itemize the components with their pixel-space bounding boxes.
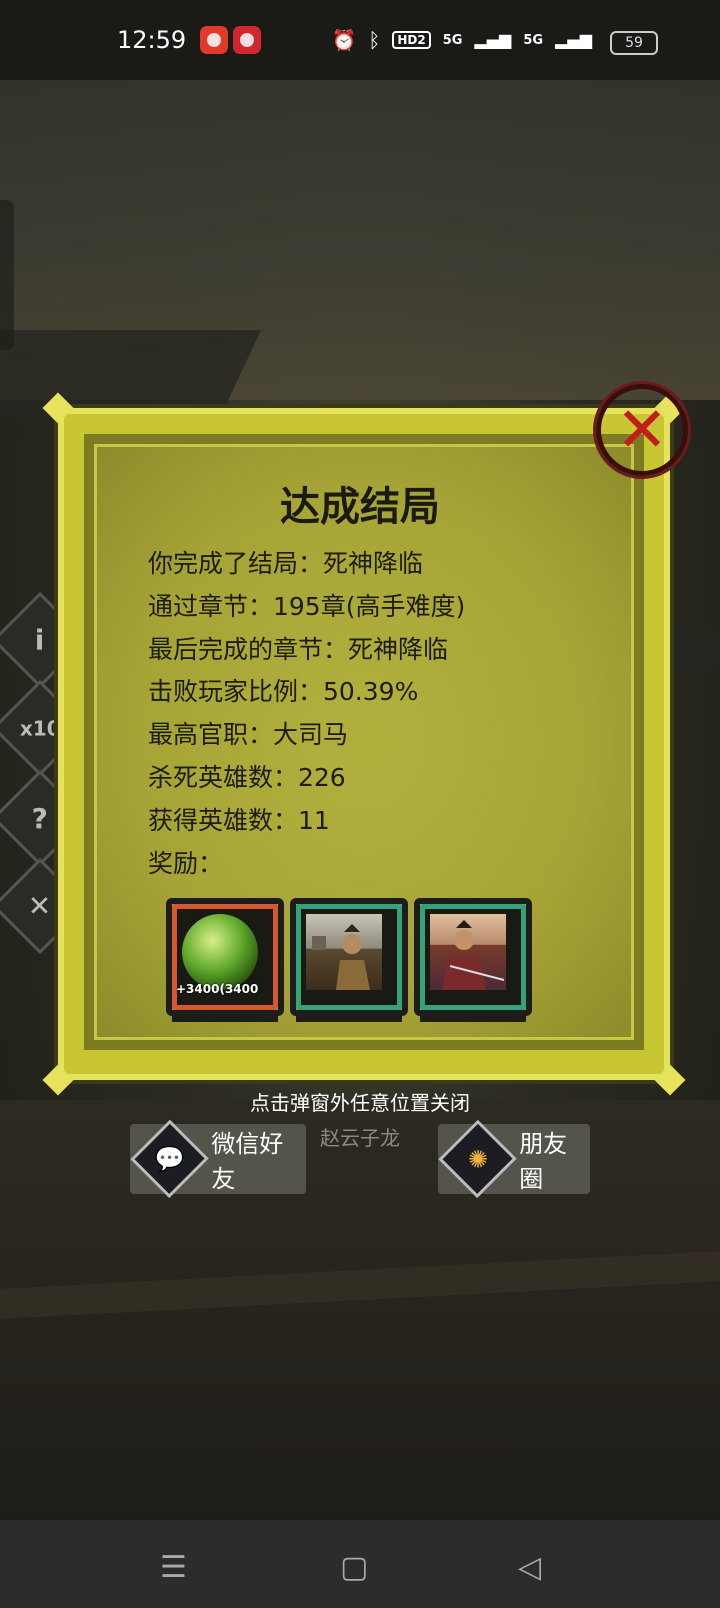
- signal-bars-icon-2: ▂▄▆: [555, 30, 592, 49]
- bluetooth-icon: ᛒ: [368, 28, 381, 52]
- wechat-icon: 💬: [154, 1144, 185, 1173]
- heroes-gained-line: 获得英雄数：11: [148, 806, 330, 835]
- general-figure-icon: [312, 924, 370, 990]
- right-edge-panel: [670, 630, 720, 670]
- heroes-killed-line: 杀死英雄数：226: [148, 763, 346, 792]
- reward-item-hero-1[interactable]: [290, 898, 408, 1022]
- home-button[interactable]: ▢: [340, 1550, 368, 1585]
- wechat-icon-frame: 💬: [130, 1119, 210, 1199]
- reward-caption: [296, 1016, 402, 1022]
- dialog-close-button[interactable]: ✕: [596, 384, 688, 476]
- status-icons: ⏰ ᛒ HD2 5G ▂▄▆ 5G ▂▄▆: [331, 26, 592, 54]
- last-chapter-line: 最后完成的章节：死神降临: [148, 635, 449, 664]
- reward-amount: +3400(3400: [176, 982, 259, 996]
- defeat-ratio-line: 击败玩家比例：50.39%: [148, 677, 419, 706]
- reward-item-hero-2[interactable]: [414, 898, 532, 1022]
- close-hint: 点击弹窗外任意位置关闭: [250, 1091, 470, 1115]
- reward-caption: [420, 1016, 526, 1022]
- clock: 12:59: [117, 26, 187, 54]
- help-icon: ?: [31, 801, 49, 835]
- moments-icon-frame: ✺: [438, 1119, 517, 1199]
- hd-voice-icon: HD2: [392, 31, 431, 49]
- moments-icon: ✺: [467, 1144, 488, 1173]
- archer-figure-icon: [442, 920, 505, 990]
- back-button[interactable]: ◁: [518, 1550, 541, 1585]
- share-wechat-button[interactable]: 💬 微信好友: [130, 1119, 306, 1199]
- alarm-icon: ⏰: [331, 28, 357, 52]
- general-portrait-icon: [306, 914, 382, 990]
- status-bar: 12:59 ⏰ ᛒ HD2 5G ▂▄▆ 5G ▂▄▆ 59: [0, 0, 720, 80]
- green-orb-icon: [182, 914, 258, 990]
- recent-apps-button[interactable]: ☰: [160, 1550, 187, 1585]
- signal-icon-2: 5G: [523, 32, 544, 48]
- close-x-icon: ✕: [616, 393, 668, 466]
- signal-bars-icon-1: ▂▄▆: [474, 30, 512, 49]
- dialog-title: 达成结局: [280, 484, 440, 530]
- archer-portrait-icon: [430, 914, 506, 990]
- ending-line: 你完成了结局：死神降临: [148, 549, 424, 578]
- share-moments-button[interactable]: ✺ 朋友圈: [438, 1119, 590, 1199]
- reward-item-orb[interactable]: +3400(3400: [166, 898, 284, 1022]
- signal-icon-1: 5G: [442, 32, 463, 48]
- info-icon: i: [35, 623, 45, 657]
- share-moments-label: 朋友圈: [519, 1130, 568, 1193]
- battery-icon: 59: [610, 31, 658, 55]
- speed-label: x10: [19, 715, 61, 740]
- background-roof: [0, 330, 261, 420]
- chapters-line: 通过章节：195章(高手难度): [148, 592, 466, 621]
- reward-caption: [172, 1016, 278, 1022]
- notification-app-icon: [200, 26, 228, 54]
- highest-rank-line: 最高官职：大司马: [148, 720, 349, 749]
- share-wechat-label: 微信好友: [211, 1130, 284, 1193]
- side-panel-edge: [0, 200, 14, 350]
- notification-app-icon-2: [233, 26, 261, 54]
- rewards-label: 奖励：: [148, 849, 224, 878]
- background-hero-name: 赵云子龙: [320, 1126, 400, 1150]
- close-icon: ✕: [28, 889, 52, 923]
